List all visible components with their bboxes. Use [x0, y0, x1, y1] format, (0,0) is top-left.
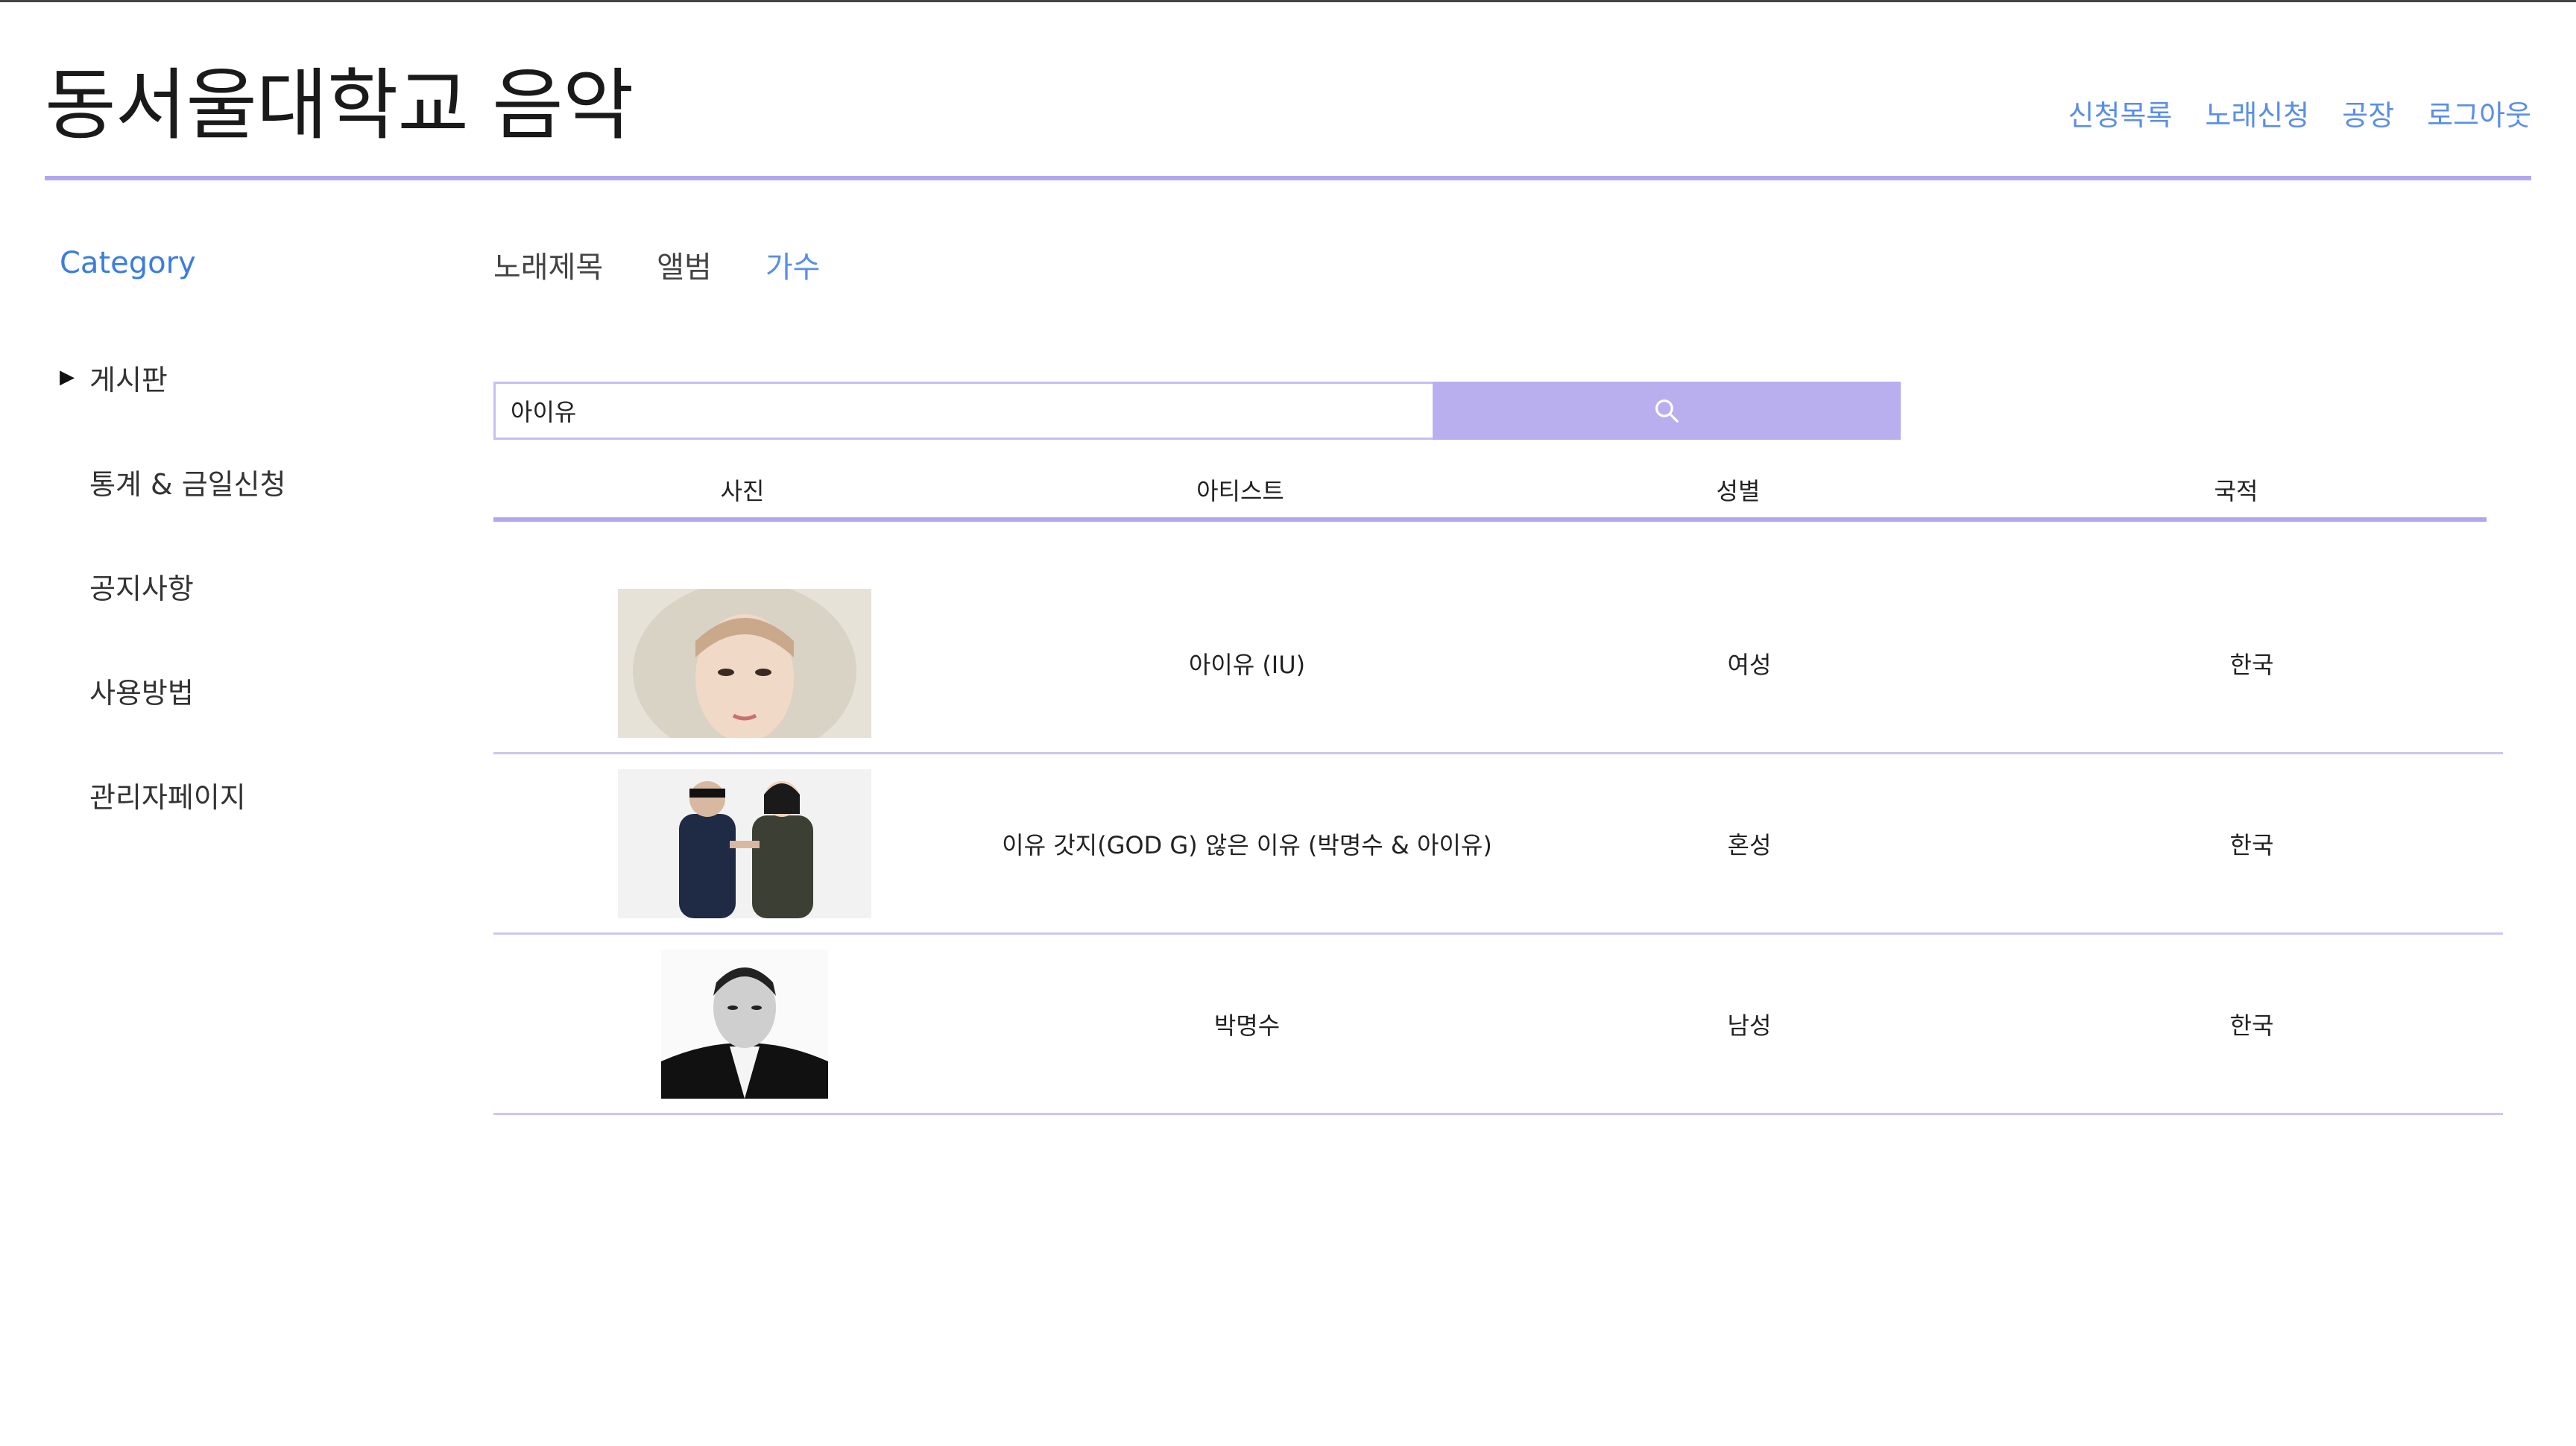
nav-link-song-request[interactable]: 노래신청	[2205, 92, 2309, 133]
artist-name[interactable]: 이유 갓지(GOD G) 않은 이유 (박명수 & 아이유)	[996, 827, 1498, 861]
table-row[interactable]: 이유 갓지(GOD G) 않은 이유 (박명수 & 아이유) 혼성 한국	[493, 754, 2503, 935]
artist-photo[interactable]	[618, 588, 871, 738]
sidebar-item-howto[interactable]: 사용방법	[60, 638, 447, 742]
tab-album[interactable]: 앨범	[657, 243, 712, 286]
sidebar: Category ▶ 게시판 통계 & 금일신청 공지사항 사용방법 관리자페이…	[60, 246, 447, 847]
photo-cell	[493, 768, 996, 918]
column-header-nationality: 국적	[2214, 477, 2258, 505]
column-header-gender: 성별	[1716, 477, 1761, 505]
results-table: 사진 아티스트 성별 국적 아이유 (IU) 여성 한국 이유 갓지(GOD G…	[493, 462, 2503, 1115]
column-header-photo: 사진	[720, 477, 765, 505]
site-title[interactable]: 동서울대학교 음악	[45, 63, 634, 148]
search-type-tabs: 노래제목 앨범 가수	[493, 243, 820, 286]
sidebar-item-stats[interactable]: 통계 & 금일신청	[60, 429, 447, 534]
sidebar-heading: Category	[60, 246, 196, 280]
sidebar-item-notice[interactable]: 공지사항	[60, 534, 447, 638]
header-divider	[45, 176, 2531, 180]
nav-link-logout[interactable]: 로그아웃	[2427, 92, 2531, 133]
sidebar-item-admin[interactable]: 관리자페이지	[60, 742, 447, 847]
sidebar-item-board[interactable]: ▶ 게시판	[60, 325, 447, 429]
artist-photo[interactable]	[618, 768, 871, 918]
table-body: 아이유 (IU) 여성 한국 이유 갓지(GOD G) 않은 이유 (박명수 &…	[493, 574, 2503, 1115]
top-border	[0, 0, 2576, 2]
sidebar-item-label: 통계 & 금일신청	[89, 467, 286, 501]
tab-song-title[interactable]: 노래제목	[493, 243, 603, 286]
sidebar-item-label: 사용방법	[89, 676, 194, 710]
header-nav: 신청목록 노래신청 공장 로그아웃	[2068, 92, 2531, 133]
artist-name[interactable]: 아이유 (IU)	[996, 646, 1498, 681]
photo-cell	[493, 588, 996, 738]
artist-gender: 남성	[1727, 1011, 1772, 1040]
artist-nationality: 한국	[2229, 830, 2274, 859]
table-row[interactable]: 박명수 남성 한국	[493, 935, 2503, 1115]
artist-nationality: 한국	[2229, 1011, 2274, 1040]
photo-cell	[493, 949, 996, 1099]
search-input[interactable]	[493, 382, 1433, 440]
sidebar-item-label: 공지사항	[89, 572, 194, 605]
page: 동서울대학교 음악 신청목록 노래신청 공장 로그아웃 Category ▶ 게…	[0, 0, 2576, 1446]
table-row[interactable]: 아이유 (IU) 여성 한국	[493, 574, 2503, 754]
sidebar-list: ▶ 게시판 통계 & 금일신청 공지사항 사용방법 관리자페이지	[60, 325, 447, 847]
tab-singer[interactable]: 가수	[765, 243, 821, 286]
artist-name[interactable]: 박명수	[996, 1007, 1498, 1041]
caret-right-icon: ▶	[60, 366, 75, 388]
table-header: 사진 아티스트 성별 국적	[493, 462, 2487, 522]
nav-link-request-list[interactable]: 신청목록	[2068, 92, 2173, 133]
artist-nationality: 한국	[2229, 650, 2274, 679]
column-header-artist: 아티스트	[1196, 477, 1284, 505]
sidebar-item-label: 관리자페이지	[89, 780, 246, 814]
search-icon	[1655, 399, 1679, 423]
artist-gender: 여성	[1727, 650, 1772, 679]
search-bar	[493, 382, 1901, 440]
artist-gender: 혼성	[1727, 830, 1772, 859]
search-button[interactable]	[1433, 382, 1901, 440]
artist-photo[interactable]	[661, 949, 828, 1099]
sidebar-item-label: 게시판	[89, 363, 168, 397]
nav-link-factory[interactable]: 공장	[2342, 92, 2394, 133]
